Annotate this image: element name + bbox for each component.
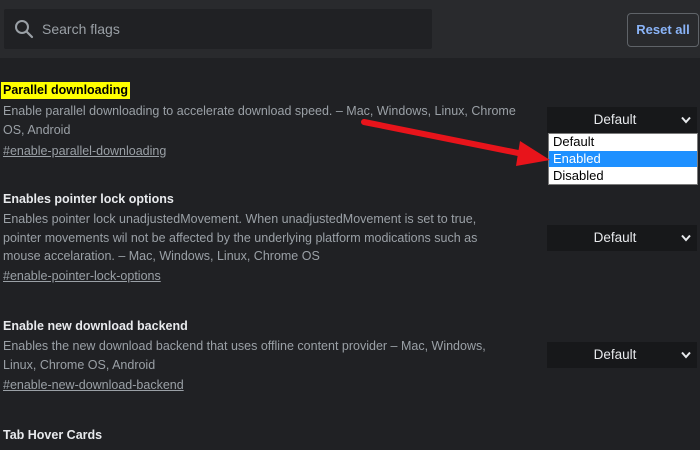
top-bar: Reset all bbox=[0, 0, 700, 58]
description-line: Enables pointer lock unadjustedMovement.… bbox=[3, 212, 477, 226]
chevron-down-icon bbox=[681, 351, 691, 359]
description-line: Linux, Chrome OS, Android bbox=[3, 357, 156, 372]
flag-select[interactable]: Default bbox=[547, 342, 697, 368]
flag-title: Enable new download backend bbox=[3, 319, 188, 333]
chevron-down-icon bbox=[681, 234, 691, 242]
description-line: OS, Android bbox=[3, 122, 71, 137]
flag-link[interactable]: #enable-new-download-backend bbox=[3, 378, 184, 392]
dropdown-option-enabled[interactable]: Enabled bbox=[549, 151, 697, 167]
description-line: pointer movements wil not be affected by… bbox=[3, 230, 478, 245]
select-value: Default bbox=[593, 230, 637, 245]
dropdown-option-disabled[interactable]: Disabled bbox=[549, 168, 697, 184]
reset-all-button[interactable]: Reset all bbox=[627, 13, 699, 47]
flag-select[interactable]: Default bbox=[547, 225, 697, 251]
description-line: Enables the new download backend that us… bbox=[3, 339, 486, 353]
flag-description: Enables pointer lock unadjustedMovement.… bbox=[3, 210, 543, 266]
flag-select[interactable]: Default bbox=[547, 107, 697, 133]
description-line: Enable parallel downloading to accelerat… bbox=[3, 104, 516, 118]
flag-link[interactable]: #enable-pointer-lock-options bbox=[3, 269, 161, 283]
dropdown-option-default[interactable]: Default bbox=[549, 134, 697, 150]
select-value: Default bbox=[593, 347, 637, 362]
flag-description: Enable parallel downloading to accelerat… bbox=[3, 102, 543, 139]
flag-title: Enables pointer lock options bbox=[3, 192, 174, 206]
search-icon bbox=[15, 20, 34, 39]
flag-link[interactable]: #enable-parallel-downloading bbox=[3, 144, 166, 158]
flag-title: Tab Hover Cards bbox=[3, 428, 103, 442]
select-value: Default bbox=[593, 112, 637, 127]
search-box[interactable] bbox=[4, 9, 432, 49]
flag-select-dropdown: Default Enabled Disabled bbox=[548, 133, 698, 185]
flag-description: Enables the new download backend that us… bbox=[3, 337, 543, 374]
chevron-down-icon bbox=[681, 116, 691, 124]
search-input[interactable] bbox=[42, 9, 422, 49]
description-line: mouse accelaration. – Mac, Windows, Linu… bbox=[3, 249, 320, 263]
flag-title: Parallel downloading bbox=[1, 82, 131, 99]
